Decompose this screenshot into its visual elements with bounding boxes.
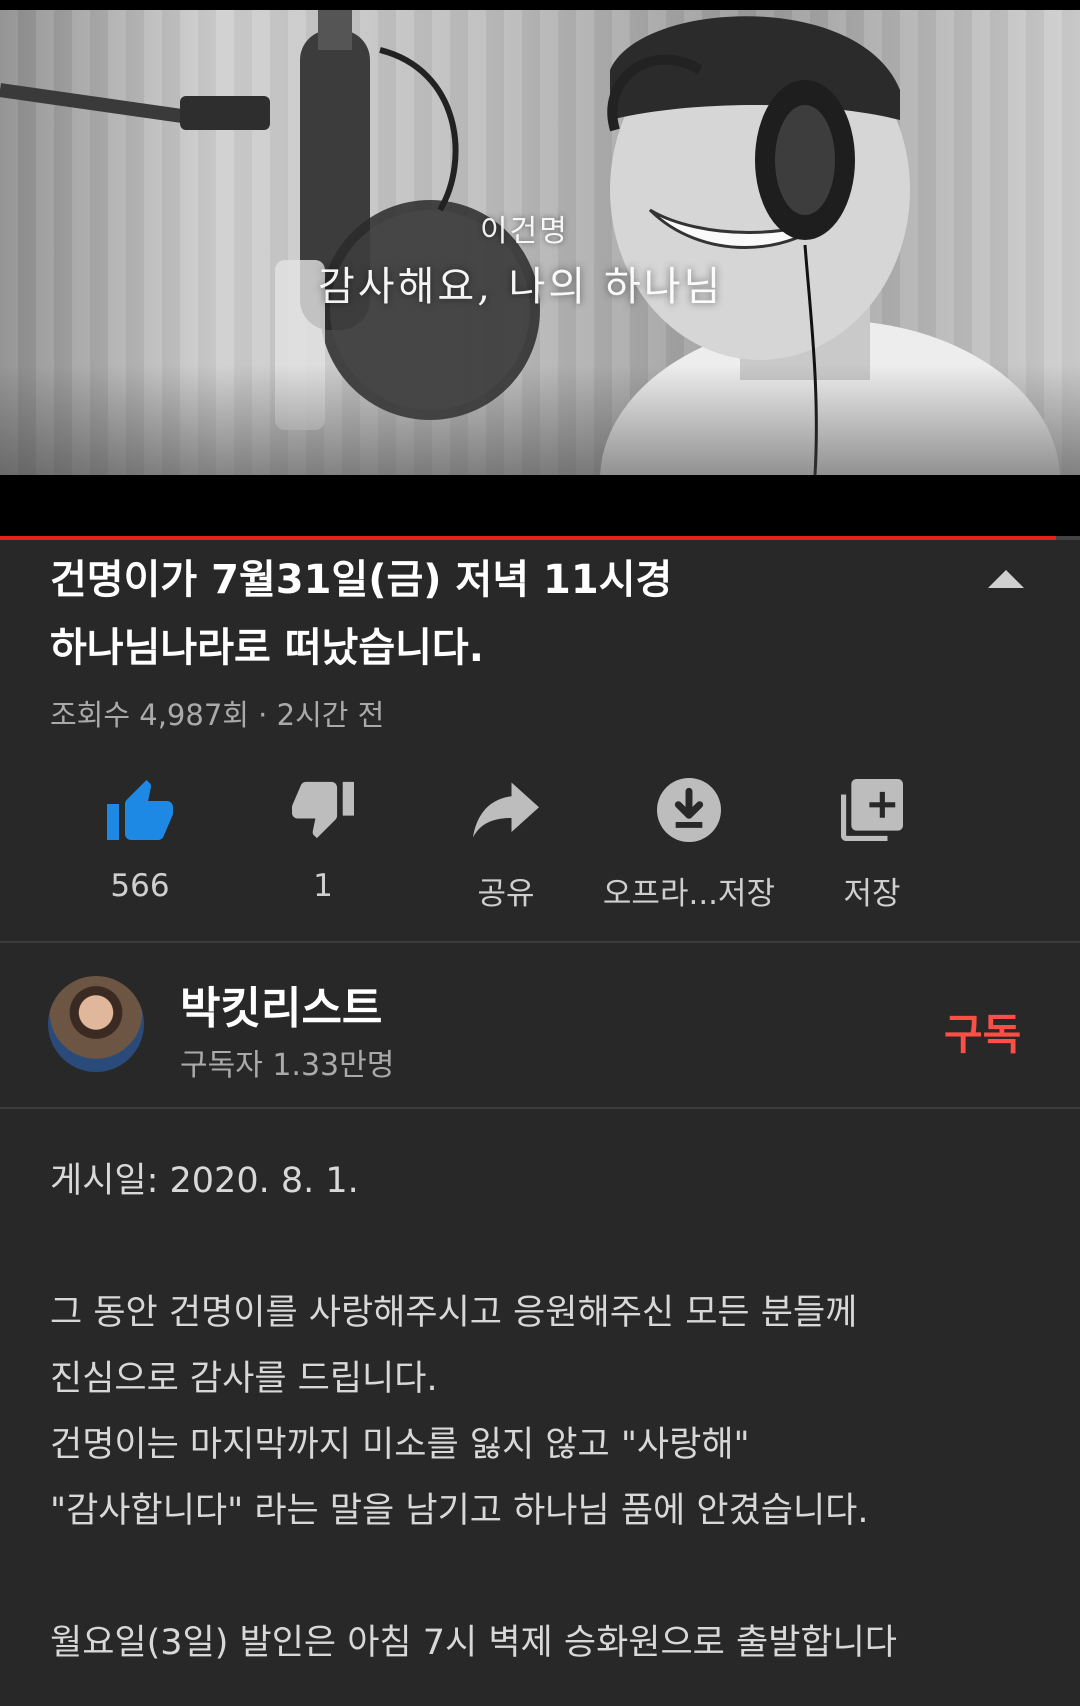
dislike-count: 1: [313, 868, 333, 904]
video-title-line: 하나님나라로 떠났습니다.: [50, 625, 484, 671]
video-player[interactable]: 이건명 감사해요, 나의 하나님: [0, 0, 1080, 540]
subscribe-button[interactable]: 구독: [944, 1001, 1021, 1062]
video-meta: 조회수 4,987회 · 2시간 전: [50, 692, 384, 734]
divider: [0, 1107, 1080, 1109]
description-body: 그 동안 건명이를 사랑해주시고 응원해주신 모든 분들께 진심으로 감사를 드…: [50, 1280, 1010, 1676]
channel-name[interactable]: 박킷리스트: [180, 972, 382, 1036]
description-line: 그 동안 건명이를 사랑해주시고 응원해주신 모든 분들께: [50, 1293, 858, 1333]
share-icon: [406, 770, 606, 850]
action-bar: 566 1 공유 오프라...저장 저장: [40, 770, 1040, 920]
video-title[interactable]: 건명이가 7월31일(금) 저녁 11시경 하나님나라로 떠났습니다.: [50, 546, 950, 682]
description-line: "감사합니다" 라는 말을 남기고 하나님 품에 안겼습니다.: [50, 1491, 869, 1531]
add-to-playlist-icon: [772, 770, 972, 850]
save-to-playlist-button[interactable]: 저장: [772, 770, 972, 913]
description-line: 진심으로 감사를 드립니다.: [50, 1359, 438, 1399]
publish-date: 게시일: 2020. 8. 1.: [50, 1161, 359, 1201]
share-label: 공유: [477, 876, 535, 912]
offline-save-button[interactable]: 오프라...저장: [589, 770, 789, 913]
download-icon: [589, 770, 789, 850]
thumbs-down-icon: [223, 770, 423, 850]
like-button[interactable]: 566: [40, 770, 240, 904]
share-button[interactable]: 공유: [406, 770, 606, 913]
like-count: 566: [110, 868, 170, 904]
video-frame[interactable]: 이건명 감사해요, 나의 하나님: [0, 10, 1080, 475]
progress-bar[interactable]: [0, 536, 1080, 540]
save-label: 저장: [843, 876, 901, 912]
video-overlay-name: 이건명: [480, 214, 569, 249]
subscriber-count: 구독자 1.33만명: [180, 1048, 395, 1083]
thumbs-up-icon: [40, 770, 240, 850]
video-floor: [0, 365, 1080, 475]
collapse-arrow-icon[interactable]: [986, 566, 1026, 590]
divider: [0, 941, 1080, 943]
upload-time: 2시간 전: [276, 698, 385, 732]
video-overlay-title: 감사해요, 나의 하나님: [318, 264, 724, 310]
meta-separator: ·: [248, 698, 277, 732]
video-title-line: 건명이가 7월31일(금) 저녁 11시경: [50, 557, 673, 603]
channel-avatar[interactable]: [48, 976, 144, 1072]
dislike-button[interactable]: 1: [223, 770, 423, 904]
description-line: 월요일(3일) 발인은 아침 7시 벽제 승화원으로 출발합니다: [50, 1623, 898, 1663]
view-count: 조회수 4,987회: [50, 698, 249, 732]
progress-bar-fill: [0, 536, 1057, 540]
description-line: 건명이는 마지막까지 미소를 잃지 않고 "사랑해": [50, 1425, 750, 1465]
offline-save-label: 오프라...저장: [602, 876, 776, 912]
